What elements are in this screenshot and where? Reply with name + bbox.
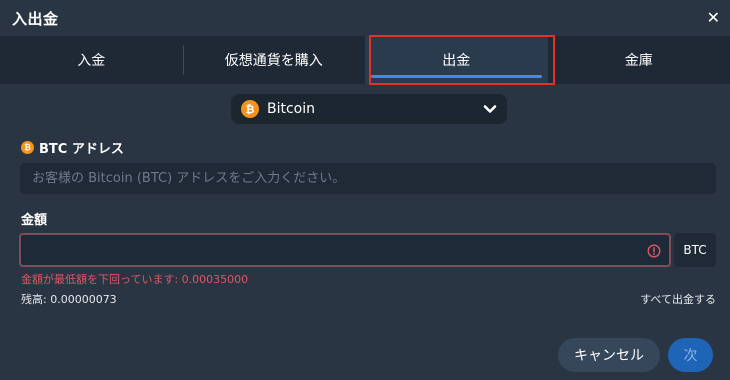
tab-withdraw-label: 出金 (442, 53, 471, 69)
balance-text: 残高: 0.00000073 (21, 293, 117, 306)
tab-withdraw[interactable]: 出金 (365, 36, 548, 84)
coin-select[interactable]: ₿ Bitcoin (231, 94, 507, 124)
amount-field (19, 233, 671, 267)
chevron-down-icon (483, 102, 497, 116)
dialog-title: 入出金 (12, 9, 59, 28)
address-input[interactable] (20, 163, 716, 194)
tab-deposit[interactable]: 入金 (0, 36, 183, 84)
amount-input[interactable] (21, 235, 669, 265)
address-label-text: BTC アドレス (39, 142, 124, 157)
cancel-button[interactable]: キャンセル (558, 338, 660, 372)
tab-buy-crypto[interactable]: 仮想通貨を購入 (183, 36, 366, 84)
withdraw-all-link[interactable]: すべて出金する (640, 291, 716, 307)
next-button[interactable]: 次 (668, 338, 713, 372)
alert-circle-icon (647, 243, 661, 258)
coin-select-value: Bitcoin (267, 101, 316, 117)
amount-error-message: 金額が最低額を下回っています: 0.00035000 (21, 273, 249, 286)
amount-label: 金額 (21, 213, 48, 228)
tab-bar: 入金 仮想通貨を購入 出金 金庫 (0, 36, 730, 84)
bitcoin-icon: ₿ (21, 141, 34, 154)
tab-vault-label: 金庫 (624, 53, 653, 69)
tab-divider (183, 45, 184, 75)
address-label: ₿ BTC アドレス (21, 138, 124, 157)
amount-unit: BTC (674, 233, 716, 267)
close-icon[interactable]: ✕ (707, 10, 720, 26)
dialog-header: 入出金 ✕ (0, 0, 730, 36)
tab-buy-crypto-label: 仮想通貨を購入 (224, 53, 323, 69)
tab-vault[interactable]: 金庫 (548, 36, 730, 84)
tab-deposit-label: 入金 (77, 53, 106, 69)
bitcoin-icon: ₿ (241, 100, 259, 118)
